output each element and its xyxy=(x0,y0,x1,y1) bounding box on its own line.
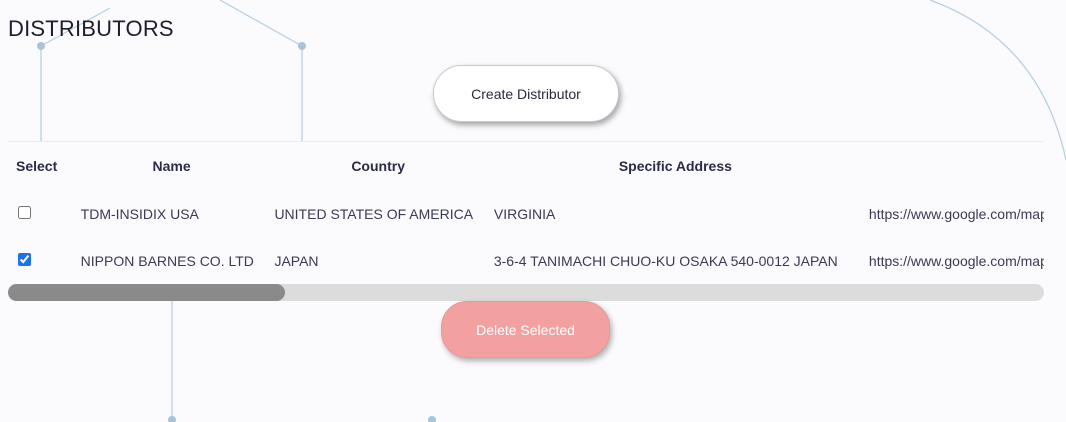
row-map-link[interactable]: https://www.google.com/maps xyxy=(863,190,1044,237)
table-header-row: Select Name Country Specific Address xyxy=(8,142,1044,190)
row-name: NIPPON BARNES CO. LTD xyxy=(80,252,254,269)
horizontal-scrollbar[interactable] xyxy=(8,284,1044,301)
delete-selected-button[interactable]: Delete Selected xyxy=(441,301,610,358)
header-country[interactable]: Country xyxy=(268,142,487,190)
row-select-cell xyxy=(8,237,75,280)
table-row[interactable]: NIPPON BARNES CO. LTD JAPAN 3-6-4 TANIMA… xyxy=(8,237,1044,280)
header-link xyxy=(863,142,1044,190)
row-country: UNITED STATES OF AMERICA xyxy=(274,205,474,222)
header-name[interactable]: Name xyxy=(75,142,269,190)
create-distributor-button[interactable]: Create Distributor xyxy=(433,65,619,122)
row-address: VIRGINIA xyxy=(493,205,556,222)
row-select-cell xyxy=(8,190,75,237)
row-country: JAPAN xyxy=(274,252,319,269)
distributors-table-container: Select Name Country Specific Address TDM… xyxy=(8,141,1044,280)
header-select: Select xyxy=(16,158,58,174)
row-name: TDM-INSIDIX USA xyxy=(80,205,199,222)
distributors-table: Select Name Country Specific Address TDM… xyxy=(8,142,1044,280)
row-select-checkbox[interactable] xyxy=(18,252,31,266)
page-title: DISTRIBUTORS xyxy=(8,16,174,41)
row-address: 3-6-4 TANIMACHI CHUO-KU OSAKA 540-0012 J… xyxy=(493,252,838,269)
table-row[interactable]: TDM-INSIDIX USA UNITED STATES OF AMERICA… xyxy=(8,190,1044,237)
scrollbar-thumb[interactable] xyxy=(8,284,285,301)
header-specific-address[interactable]: Specific Address xyxy=(488,142,863,190)
row-select-checkbox[interactable] xyxy=(18,205,31,219)
row-map-link[interactable]: https://www.google.com/maps xyxy=(863,237,1044,280)
